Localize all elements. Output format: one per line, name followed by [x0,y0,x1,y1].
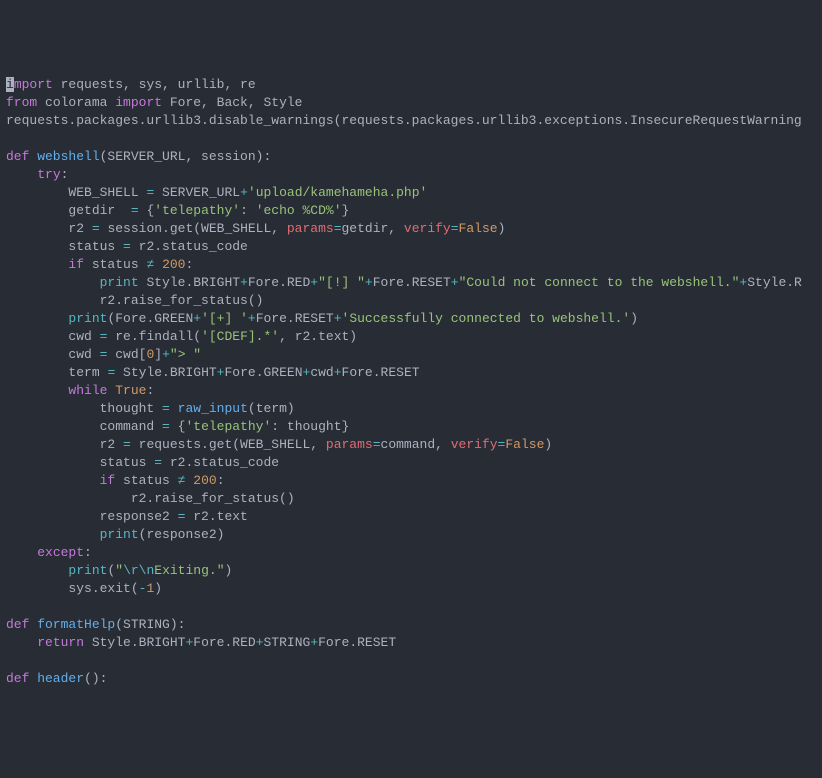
code-editor[interactable]: import requests, sys, urllib, re from co… [6,76,816,688]
cursor: i [6,77,14,92]
code-line: requests.packages.urllib3.disable_warnin… [6,113,802,128]
keyword-import: mport [14,77,53,92]
